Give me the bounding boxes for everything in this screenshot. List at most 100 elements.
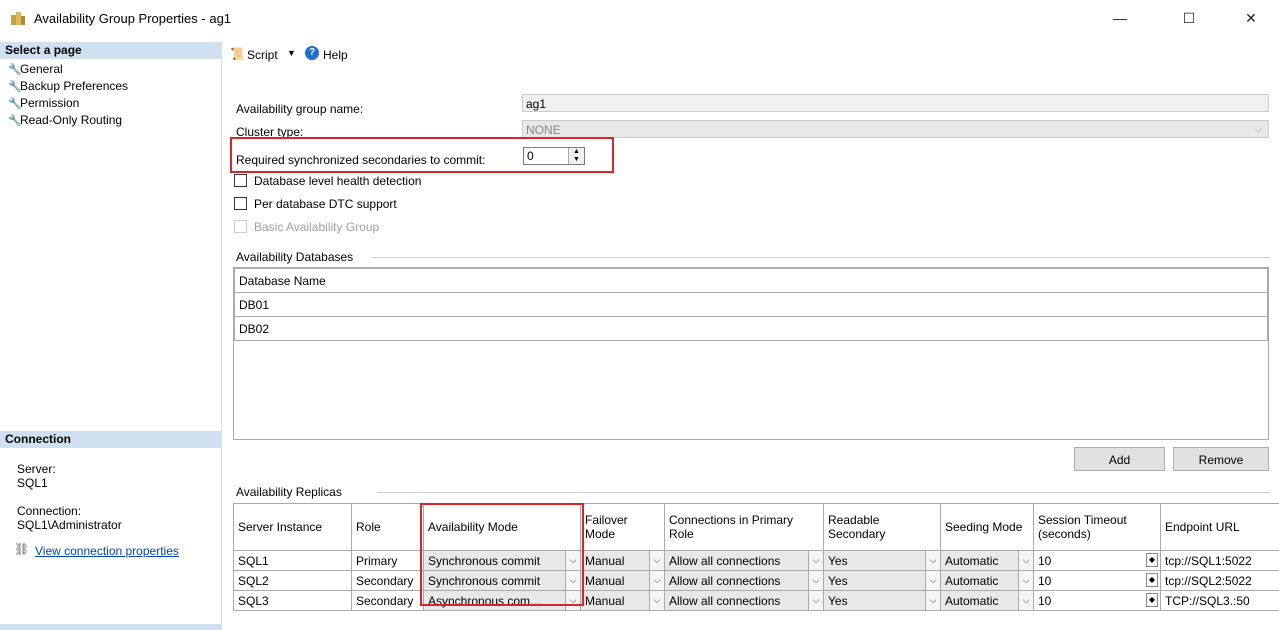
endpoint-cell[interactable]: tcp://SQL1:5022 [1160,550,1279,571]
role-cell[interactable]: Primary [351,550,424,571]
close-button[interactable]: ✕ [1228,4,1274,32]
readable-secondary-header[interactable]: Readable Secondary [823,503,941,551]
role-cell[interactable]: Secondary [351,590,424,611]
seeding-mode-select[interactable]: Automatic ⌵ [940,550,1034,571]
failover-mode-select[interactable]: Manual ⌵ [580,570,665,591]
server-cell[interactable]: SQL2 [233,570,352,591]
remove-button[interactable]: Remove [1173,447,1269,471]
chevron-down-icon[interactable]: ⌵ [925,551,940,570]
spinner-arrows-icon[interactable]: ◆ [1145,593,1158,607]
table-row[interactable]: SQL3 Secondary Asynchronous com... ⌵ Manu… [233,590,1279,611]
script-button[interactable]: Script [247,48,278,62]
db-health-label: Database level health detection [254,174,422,188]
page-item-general[interactable]: 🔧General [8,61,63,77]
chevron-down-icon[interactable]: ⌵ [808,571,823,590]
connections-primary-header[interactable]: Connections in Primary Role [664,503,824,551]
server-value: SQL1 [17,476,48,490]
role-cell[interactable]: Secondary [351,570,424,591]
script-icon: 📜 [230,47,245,61]
failover-mode-header[interactable]: Failover Mode [580,503,665,551]
basic-ag-checkbox [234,220,247,233]
connections-select[interactable]: Allow all connections ⌵ [664,550,824,571]
chevron-down-icon[interactable]: ⌵ [1018,591,1033,610]
dtc-label: Per database DTC support [254,197,397,211]
replicas-grid[interactable]: Server Instance Role Availability Mode F… [233,503,1279,630]
session-timeout-header[interactable]: Session Timeout (seconds) [1033,503,1161,551]
table-row[interactable]: DB01 [234,292,1268,317]
cluster-type-select[interactable]: NONE ⌵ [522,120,1269,138]
required-sync-spinner[interactable]: 0 ▲ ▼ [523,147,585,165]
endpoint-cell[interactable]: tcp://SQL2:5022 [1160,570,1279,591]
chevron-down-icon[interactable]: ⌵ [649,571,664,590]
view-connection-properties-link[interactable]: View connection properties [35,544,179,558]
role-header[interactable]: Role [351,503,424,551]
left-pane: Select a page 🔧General 🔧Backup Preferenc… [0,42,222,630]
replicas-grid-header: Server Instance Role Availability Mode F… [233,503,1279,551]
ag-name-field[interactable]: ag1 [522,94,1269,112]
maximize-button[interactable]: ☐ [1166,4,1212,32]
endpoint-url-header[interactable]: Endpoint URL [1160,503,1279,551]
wrench-icon: 🔧 [8,115,22,127]
endpoint-cell[interactable]: TCP://SQL3.:50 [1160,590,1279,611]
chevron-down-icon[interactable]: ▼ [287,48,296,58]
highlight-box-availability-mode [420,503,584,606]
help-icon[interactable]: ? [305,46,319,60]
page-item-backup-preferences[interactable]: 🔧Backup Preferences [8,78,128,94]
progress-header [0,624,221,630]
database-cell[interactable]: DB02 [234,316,1268,341]
session-timeout-spinner[interactable]: 10 ◆ [1033,550,1161,571]
page-item-permission[interactable]: 🔧Permission [8,95,79,111]
connection-label: Connection: [17,504,82,518]
dtc-checkbox[interactable] [234,197,247,210]
help-button[interactable]: Help [323,48,348,62]
table-row[interactable]: DB02 [234,316,1268,341]
page-item-read-only-routing[interactable]: 🔧Read-Only Routing [8,112,122,128]
chevron-down-icon[interactable]: ⌵ [1018,551,1033,570]
chevron-down-icon[interactable]: ⌵ [808,551,823,570]
server-cell[interactable]: SQL3 [233,590,352,611]
server-cell[interactable]: SQL1 [233,550,352,571]
minimize-button[interactable]: — [1097,4,1143,32]
spinner-arrows-icon[interactable]: ▲ ▼ [568,148,584,164]
required-sync-label: Required synchronized secondaries to com… [236,153,486,167]
seeding-mode-header[interactable]: Seeding Mode [940,503,1034,551]
session-timeout-spinner[interactable]: 10 ◆ [1033,590,1161,611]
connection-value: SQL1\Administrator [17,518,122,532]
chevron-down-icon[interactable]: ⌵ [649,591,664,610]
table-row[interactable]: SQL2 Secondary Synchronous commit ⌵ Manua… [233,570,1279,591]
readable-secondary-select[interactable]: Yes ⌵ [823,590,941,611]
title-bar: Availability Group Properties - ag1 — ☐ … [0,0,1279,36]
availability-databases-group-label: Availability Databases [236,250,354,264]
seeding-mode-select[interactable]: Automatic ⌵ [940,570,1034,591]
database-cell[interactable]: DB01 [234,292,1268,317]
window-title: Availability Group Properties - ag1 [34,11,232,26]
group-divider [372,257,1270,258]
availability-replicas-group-label: Availability Replicas [236,485,342,499]
readable-secondary-select[interactable]: Yes ⌵ [823,550,941,571]
connection-header: Connection [0,431,221,448]
spinner-arrows-icon[interactable]: ◆ [1145,573,1158,587]
database-name-header[interactable]: Database Name [234,268,1268,293]
table-row[interactable]: SQL1 Primary Synchronous commit ⌵ Manual ⌵… [233,550,1279,571]
session-timeout-spinner[interactable]: 10 ◆ [1033,570,1161,591]
chevron-down-icon[interactable]: ⌵ [925,591,940,610]
db-health-checkbox[interactable] [234,174,247,187]
readable-secondary-select[interactable]: Yes ⌵ [823,570,941,591]
failover-mode-select[interactable]: Manual ⌵ [580,550,665,571]
chevron-down-icon[interactable]: ⌵ [1018,571,1033,590]
chevron-down-icon[interactable]: ⌵ [649,551,664,570]
databases-grid[interactable]: Database Name DB01 DB02 [233,267,1269,440]
chevron-down-icon: ⌵ [1254,124,1262,135]
connections-select[interactable]: Allow all connections ⌵ [664,590,824,611]
seeding-mode-select[interactable]: Automatic ⌵ [940,590,1034,611]
chevron-down-icon[interactable]: ⌵ [925,571,940,590]
connections-select[interactable]: Allow all connections ⌵ [664,570,824,591]
select-page-header: Select a page [0,42,221,59]
basic-ag-label: Basic Availability Group [254,220,380,234]
server-instance-header[interactable]: Server Instance [233,503,352,551]
ag-name-label: Availability group name: [236,102,364,116]
failover-mode-select[interactable]: Manual ⌵ [580,590,665,611]
add-button[interactable]: Add [1074,447,1165,471]
spinner-arrows-icon[interactable]: ◆ [1145,553,1158,567]
chevron-down-icon[interactable]: ⌵ [808,591,823,610]
